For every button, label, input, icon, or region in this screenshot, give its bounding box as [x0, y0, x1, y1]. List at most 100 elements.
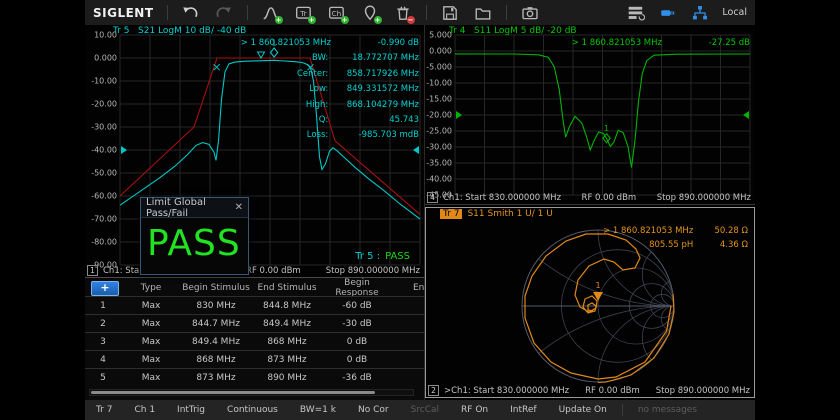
column-header: Begin Response — [323, 278, 391, 296]
delete-icon[interactable]: − — [393, 3, 413, 23]
start-freq-label: Ch1: Start 830.000000 MHz — [443, 193, 561, 203]
toolbar-separator — [167, 5, 168, 20]
scrollbar-thumb[interactable] — [91, 391, 375, 394]
table-cell: 868 MHz — [251, 337, 323, 347]
statusbar-item-ch-1[interactable]: Ch 1 — [123, 405, 166, 415]
smith-footer: 2>Ch1: Start 830.000000 MHz RF 0.00 dBm … — [428, 385, 750, 396]
column-header: Begin Stimulus — [181, 283, 251, 293]
redo-icon[interactable] — [214, 3, 234, 23]
y-tick-label: -40.00 — [426, 175, 452, 184]
table-cell: Max — [121, 337, 181, 347]
table-cell: -36 dB — [323, 373, 391, 383]
reactance-arc — [598, 306, 750, 397]
limit-table-body: 1Max830 MHz844.8 MHz-60 dB2Max844.7 MHz8… — [85, 296, 424, 386]
table-cell: Max — [121, 301, 181, 311]
table-cell: 868 MHz — [181, 355, 251, 365]
s11-marker-readout: > 1 860.821053 MHz-27.25 dB — [572, 36, 750, 51]
y-tick-label: -80.00 — [91, 238, 117, 247]
screenshot-camera-icon[interactable] — [520, 3, 540, 23]
s11-trace-header[interactable]: Tr 4 S11 LogM 5 dB/ -20 dB — [449, 26, 577, 36]
result-value: PASS — [385, 251, 410, 262]
y-tick-label: -40.00 — [91, 146, 117, 155]
statusbar-item-update-on[interactable]: Update On — [548, 405, 618, 415]
marker-readout-line: > 1 860.821053 MHz 50.28 Ω — [603, 224, 748, 238]
limit-table-row[interactable]: 2Max844.7 MHz849.4 MHz-30 dB — [85, 314, 424, 332]
statusbar-item-tr-7[interactable]: Tr 7 — [85, 405, 123, 415]
marker-readout-line: High: 868.104279 MHz — [241, 98, 419, 113]
reactance-arc — [457, 306, 754, 397]
y-tick-label: -30.00 — [91, 123, 117, 132]
save-icon[interactable] — [440, 3, 460, 23]
table-cell: 5 — [85, 373, 121, 383]
limit-table-panel: + TypeBegin StimulusEnd StimulusBegin Re… — [85, 278, 425, 400]
recall-folder-icon[interactable] — [473, 3, 493, 23]
add-limit-row-button[interactable]: + — [91, 281, 119, 296]
smith-marker-readout: > 1 860.821053 MHz 50.28 Ω805.55 pH 4.36… — [603, 224, 748, 252]
y-tick-label: -5.000 — [426, 63, 452, 72]
ref-level-marker — [743, 111, 749, 119]
marker-readout-line: BW: 18.772707 MHz — [241, 51, 419, 66]
s21-trace-header[interactable]: Tr 5 S21 LogM 10 dB/ -40 dB — [113, 26, 246, 36]
statusbar-item-rf-on[interactable]: RF On — [450, 405, 499, 415]
local-button[interactable]: Local — [722, 7, 747, 18]
svg-text:Ch: Ch — [331, 8, 341, 17]
table-cell: 890 MHz — [251, 373, 323, 383]
column-header: End Response — [391, 283, 424, 293]
plus-badge: + — [308, 16, 316, 24]
limit-table-header: + TypeBegin StimulusEnd StimulusBegin Re… — [85, 278, 424, 296]
statusbar-item-inttrig[interactable]: IntTrig — [166, 405, 216, 415]
s21-plot-window[interactable]: 10.000.000-10.00-20.00-30.00-40.00-50.00… — [85, 25, 425, 278]
statusbar-item-no-cor[interactable]: No Cor — [347, 405, 400, 415]
table-cell: 873 MHz — [251, 355, 323, 365]
s21-marker-readout: > 1 860.821053 MHz-0.990 dBBW: 18.772707… — [241, 36, 419, 144]
smith-chart-window[interactable]: 1 Tr 7 S11 Smith 1 U/ 1 U > 1 860.821053… — [425, 207, 755, 398]
stop-freq-label: Stop 890.000000 MHz — [657, 193, 751, 203]
stop-freq-label: Stop 890.000000 MHz — [326, 266, 420, 276]
statusbar-item-intref[interactable]: IntRef — [499, 405, 547, 415]
active-trace-chip[interactable]: Tr 7 — [440, 209, 462, 219]
usb-icon[interactable] — [658, 3, 678, 23]
svg-text:Tr: Tr — [299, 8, 306, 17]
statusbar-item-bw-1-k[interactable]: BW=1 k — [289, 405, 347, 415]
smith-trace-header[interactable]: Tr 7 S11 Smith 1 U/ 1 U — [440, 209, 553, 219]
s11-plot-window[interactable]: 5.0000.000-5.000-10.00-15.00-20.00-25.00… — [425, 25, 755, 205]
table-cell: 873 MHz — [181, 373, 251, 383]
undo-icon[interactable] — [181, 3, 201, 23]
y-tick-label: -70.00 — [91, 215, 117, 224]
table-cell: 3 — [85, 337, 121, 347]
add-marker-icon[interactable]: + — [360, 3, 380, 23]
statusbar-item-srccal[interactable]: SrcCal — [400, 405, 450, 415]
limit-table-row[interactable]: 4Max868 MHz873 MHz0 dB — [85, 350, 424, 368]
window-number-badge: 1 — [87, 265, 98, 276]
y-tick-label: -60.00 — [91, 192, 117, 201]
y-tick-label: -10.00 — [426, 79, 452, 88]
marker-number-label: 1 — [604, 124, 609, 133]
marker-readout-line: > 1 860.821053 MHz-27.25 dB — [572, 36, 750, 51]
statusbar-item-continuous[interactable]: Continuous — [216, 405, 289, 415]
marker-readout-line: Center: 858.717926 MHz — [241, 67, 419, 82]
rf-power-label: RF 0.00 dBm — [585, 386, 640, 396]
minus-badge: − — [407, 16, 415, 24]
message-area: no messages — [627, 405, 708, 415]
limit-table-row[interactable]: 1Max830 MHz844.8 MHz-60 dB — [85, 296, 424, 314]
limit-table-row[interactable]: 3Max849.4 MHz868 MHz0 dB — [85, 332, 424, 350]
add-peak-icon[interactable]: + — [261, 3, 281, 23]
add-channel-icon[interactable]: Ch + — [327, 3, 347, 23]
lan-icon[interactable] — [690, 3, 710, 23]
limit-table-row[interactable]: 5Max873 MHz890 MHz-36 dB — [85, 368, 424, 386]
s11-footer: 4Ch1: Start 830.000000 MHz RF 0.00 dBm S… — [427, 192, 751, 203]
smith-header-label: S11 Smith 1 U/ 1 U — [467, 209, 552, 219]
table-cell: 849.4 MHz — [251, 319, 323, 329]
toolbar-right-group: Local — [626, 3, 747, 23]
toolbar-separator — [247, 5, 248, 20]
window-layout-icon[interactable] — [626, 3, 646, 23]
limit-passfail-dialog[interactable]: Limit Global Pass/Fail ✕ PASS — [140, 197, 249, 275]
statusbar-separator — [622, 404, 623, 416]
close-icon[interactable]: ✕ — [235, 202, 243, 213]
toolbar: SIGLENT + Tr + Ch + + − — [85, 0, 755, 25]
window-number-badge: 4 — [427, 192, 438, 203]
column-header: Type — [121, 283, 181, 293]
add-trace-icon[interactable]: Tr + — [294, 3, 314, 23]
horizontal-scrollbar[interactable] — [89, 389, 414, 396]
y-tick-label: -50.00 — [91, 169, 117, 178]
